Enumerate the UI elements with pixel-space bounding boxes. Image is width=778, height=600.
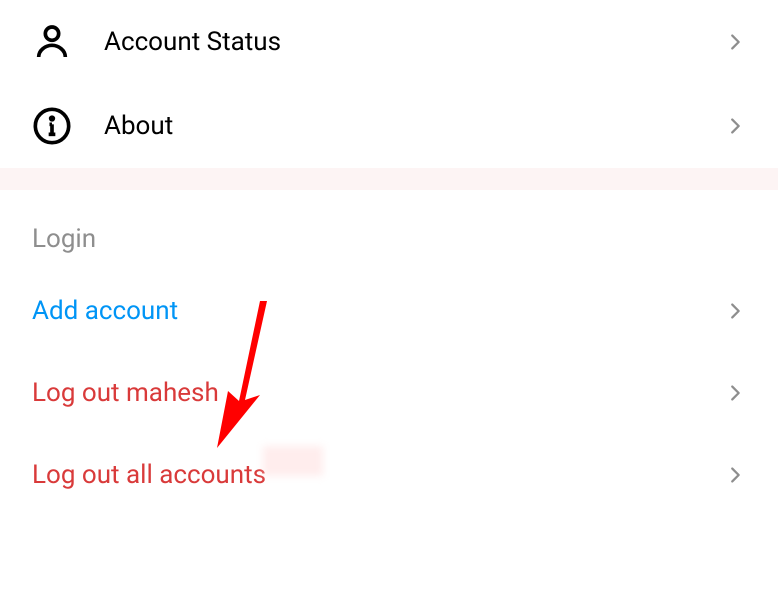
info-icon — [32, 106, 72, 146]
account-status-row[interactable]: Account Status — [0, 0, 778, 84]
logout-all-row[interactable]: Log out all accounts — [0, 434, 778, 516]
chevron-right-icon — [724, 115, 746, 137]
about-label: About — [104, 111, 724, 141]
logout-all-label: Log out all accounts — [32, 460, 724, 490]
person-icon — [32, 22, 72, 62]
section-divider — [0, 168, 778, 190]
chevron-right-icon — [724, 300, 746, 322]
logout-user-label: Log out mahesh — [32, 378, 724, 408]
logout-user-row[interactable]: Log out mahesh — [0, 352, 778, 434]
about-row[interactable]: About — [0, 84, 778, 168]
login-section-header: Login — [0, 190, 778, 270]
account-status-label: Account Status — [104, 27, 724, 57]
chevron-right-icon — [724, 31, 746, 53]
chevron-right-icon — [724, 464, 746, 486]
add-account-label: Add account — [32, 296, 724, 326]
add-account-row[interactable]: Add account — [0, 270, 778, 352]
chevron-right-icon — [724, 382, 746, 404]
